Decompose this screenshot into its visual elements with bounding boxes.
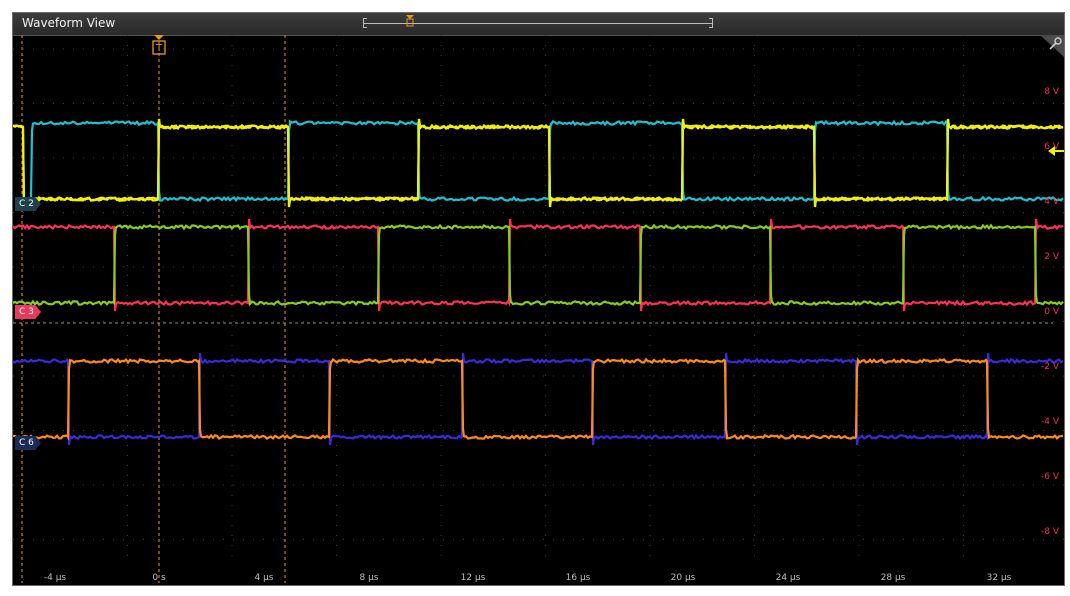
wrench-icon[interactable] [1034,35,1064,57]
x-axis-tick-label: 12 µs [461,573,486,583]
y-axis-tick-label: -8 V [1041,527,1060,537]
title-bar: Waveform View [13,13,1064,36]
x-axis-tick-label: 32 µs [987,573,1012,583]
c3-waveform-green [13,225,1063,304]
window-title: Waveform View [22,16,115,30]
y-axis-tick-label: 2 V [1044,252,1060,262]
c6-waveform-blue [13,353,1063,445]
c6-waveform-orange [13,359,1063,438]
x-axis-tick-label: 20 µs [671,573,696,583]
trigger-marker-icon [154,35,164,40]
y-axis-tick-label: -6 V [1041,472,1060,482]
waveform-view-window: Waveform View T8 V6 V4 V2 V0 V -2 V -4 V -6… [12,12,1065,586]
trigger-marker-label: T [155,43,163,54]
y-axis-tick-label: 4 V [1044,197,1060,207]
c2-waveform-yellow [13,119,1063,207]
c3-waveform-red [13,219,1063,311]
c2-waveform-yellow-top [13,119,1063,207]
y-axis-tick-label: 0 V [1044,307,1060,317]
y-axis-tick-label: 8 V [1044,87,1060,97]
y-axis-tick-label: -2 V [1041,362,1060,372]
c2-waveform-cyan [23,121,1063,200]
overview-line [363,23,713,24]
x-axis-tick-label: 0 s [152,573,166,583]
overview-trigger-icon[interactable] [406,15,414,27]
overview-right-bracket [709,18,713,28]
x-axis-tick-label: 28 µs [881,573,906,583]
x-axis-tick-label: 24 µs [776,573,801,583]
record-overview-bar[interactable] [363,18,713,28]
x-axis-tick-label: 16 µs [566,573,591,583]
y-axis-tick-label: -4 V [1041,417,1060,427]
x-axis-tick-label: 8 µs [359,573,378,583]
waveform-plot-area[interactable]: T8 V6 V4 V2 V0 V-2 V-4 V-6 V-8 V-4 µs 0 s… [13,35,1064,585]
x-axis-tick-label: -4 µs [44,573,67,583]
x-axis-tick-label: 4 µs [254,573,273,583]
